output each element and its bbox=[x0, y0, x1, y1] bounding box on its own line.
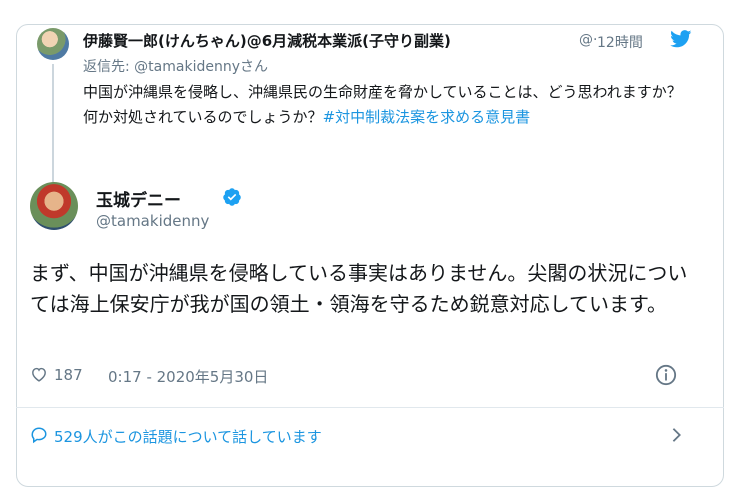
reply-author-handle[interactable]: @· bbox=[579, 32, 597, 48]
reply-tweet-text: 中国が沖縄県を侵略し、沖縄県民の生命財産を脅かしていることは、どう思われますか？… bbox=[83, 80, 693, 130]
reply-author-avatar[interactable] bbox=[37, 28, 69, 60]
like-count[interactable]: 187 bbox=[54, 366, 83, 384]
main-author-avatar[interactable] bbox=[30, 182, 78, 230]
reply-to-handle-link[interactable]: @tamakidennyさん bbox=[134, 59, 268, 75]
tweet-stats-row: 187 0:17 - 2020年5月30日 bbox=[30, 364, 690, 387]
reply-timestamp[interactable]: 12時間 bbox=[597, 32, 643, 52]
main-author-handle[interactable]: @tamakidenny bbox=[96, 212, 209, 230]
hashtag-link[interactable]: #対中制裁法案を求める意見書 bbox=[323, 108, 531, 126]
card-divider bbox=[16, 407, 724, 408]
reply-to-line: 返信先: @tamakidennyさん bbox=[83, 56, 268, 76]
tweet-datetime[interactable]: 0:17 - 2020年5月30日 bbox=[108, 366, 268, 387]
conversation-link[interactable]: 529人がこの話題について話しています bbox=[30, 424, 690, 446]
thread-connector-line bbox=[52, 64, 54, 200]
main-author-name[interactable]: 玉城デニー bbox=[96, 186, 181, 211]
verified-badge-icon bbox=[223, 188, 241, 206]
heart-icon[interactable] bbox=[30, 366, 48, 382]
chevron-right-icon[interactable] bbox=[670, 426, 684, 444]
reply-bubble-icon bbox=[31, 427, 47, 444]
info-icon[interactable] bbox=[655, 364, 677, 386]
reply-to-label: 返信先: bbox=[83, 59, 130, 75]
conversation-label[interactable]: 529人がこの話題について話しています bbox=[54, 426, 322, 447]
main-tweet-text: まず、中国が沖縄県を侵略している事実はありません。尖閣の状況については海上保安庁… bbox=[30, 261, 688, 316]
reply-author-name[interactable]: 伊藤賢一郎(けんちゃん)@6月減税本業派(子守り副業) bbox=[83, 30, 451, 51]
twitter-bird-icon[interactable] bbox=[670, 30, 692, 48]
